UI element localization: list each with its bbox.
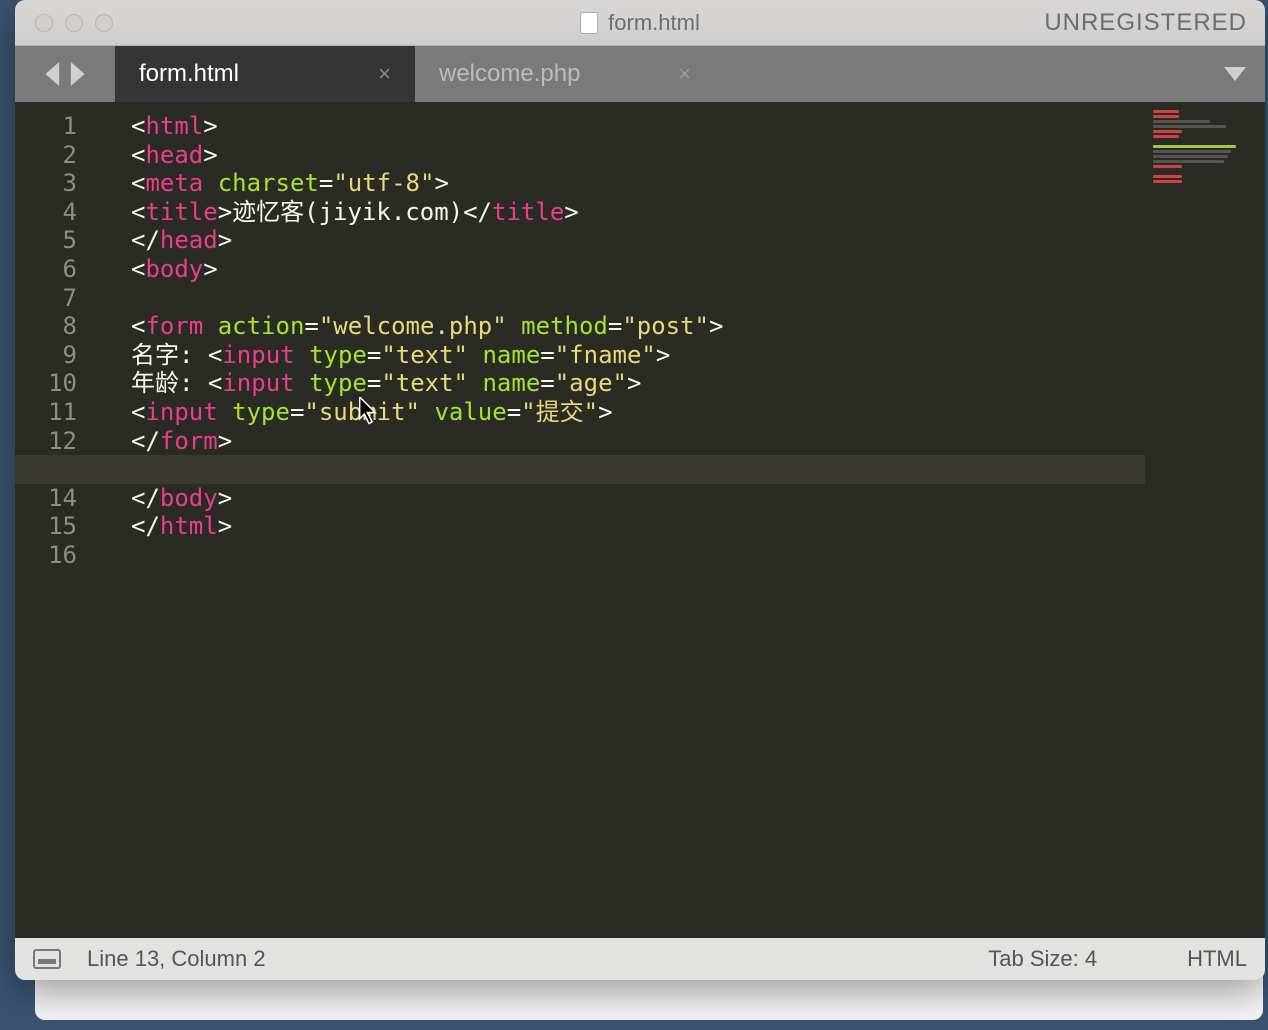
editor-area: 1 2 3 4 5 6 7 8 9 10 11 12 13 14 15 16 <… [15, 102, 1265, 938]
tab-bar: form.html × welcome.php × [15, 46, 1265, 102]
line-number: 15 [15, 512, 77, 541]
code-line: <body> [131, 255, 1145, 284]
window-title: form.html [608, 10, 700, 36]
close-window-icon[interactable] [35, 14, 53, 32]
code-line: </body> [131, 484, 1145, 513]
line-number: 16 [15, 541, 77, 570]
code-line: </head> [131, 226, 1145, 255]
code-line: </html> [131, 512, 1145, 541]
editor-window: form.html UNREGISTERED form.html × welco… [15, 0, 1265, 980]
code-line: <input type="submit" value="提交"> [131, 398, 1145, 427]
minimize-window-icon[interactable] [65, 14, 83, 32]
tab-size[interactable]: Tab Size: 4 [988, 946, 1097, 972]
panel-toggle-icon[interactable] [33, 949, 61, 969]
line-number: 1 [15, 112, 77, 141]
line-number: 8 [15, 312, 77, 341]
tab-label: form.html [139, 60, 338, 88]
minimap-content [1153, 110, 1257, 183]
line-number: 14 [15, 484, 77, 513]
document-icon [580, 12, 598, 34]
line-number: 9 [15, 341, 77, 370]
status-bar: Line 13, Column 2 Tab Size: 4 HTML [15, 938, 1265, 980]
line-number: 12 [15, 427, 77, 456]
line-number: 3 [15, 169, 77, 198]
nav-arrows [15, 46, 115, 102]
code-line: <title>迹忆客(jiyik.com)</title> [131, 198, 1145, 227]
line-number: 5 [15, 226, 77, 255]
code-line: 名字: <input type="text" name="fname"> [131, 341, 1145, 370]
line-number: 10 [15, 369, 77, 398]
line-number: 11 [15, 398, 77, 427]
current-line-highlight [15, 455, 1145, 484]
back-icon[interactable] [45, 62, 63, 86]
tab-form-html[interactable]: form.html × [115, 46, 415, 102]
zoom-window-icon[interactable] [95, 14, 113, 32]
code-line: <meta charset="utf-8"> [131, 169, 1145, 198]
line-number: 7 [15, 284, 77, 313]
titlebar[interactable]: form.html UNREGISTERED [15, 0, 1265, 46]
code-line: <html> [131, 112, 1145, 141]
close-tab-icon[interactable]: × [638, 61, 691, 87]
chevron-down-icon [1224, 67, 1246, 81]
line-number: 6 [15, 255, 77, 284]
minimap[interactable] [1145, 102, 1265, 938]
tab-welcome-php[interactable]: welcome.php × [415, 46, 715, 102]
code-line: </form> [131, 427, 1145, 456]
title-center: form.html [580, 10, 700, 36]
code-line: 年龄: <input type="text" name="age"> [131, 369, 1145, 398]
syntax-mode[interactable]: HTML [1187, 946, 1247, 972]
unregistered-label: UNREGISTERED [1044, 9, 1265, 37]
close-tab-icon[interactable]: × [338, 61, 391, 87]
tab-label: welcome.php [439, 60, 638, 88]
forward-icon[interactable] [67, 62, 85, 86]
code-editor[interactable]: <html> <head> <meta charset="utf-8"> <ti… [95, 102, 1145, 938]
line-number: 2 [15, 141, 77, 170]
line-gutter[interactable]: 1 2 3 4 5 6 7 8 9 10 11 12 13 14 15 16 [15, 102, 95, 938]
tab-overflow[interactable] [1205, 46, 1265, 102]
line-number: 4 [15, 198, 77, 227]
code-line [131, 284, 1145, 313]
window-controls [15, 14, 113, 32]
cursor-position[interactable]: Line 13, Column 2 [87, 946, 266, 972]
code-line [131, 541, 1145, 570]
code-line: <form action="welcome.php" method="post"… [131, 312, 1145, 341]
code-line: <head> [131, 141, 1145, 170]
